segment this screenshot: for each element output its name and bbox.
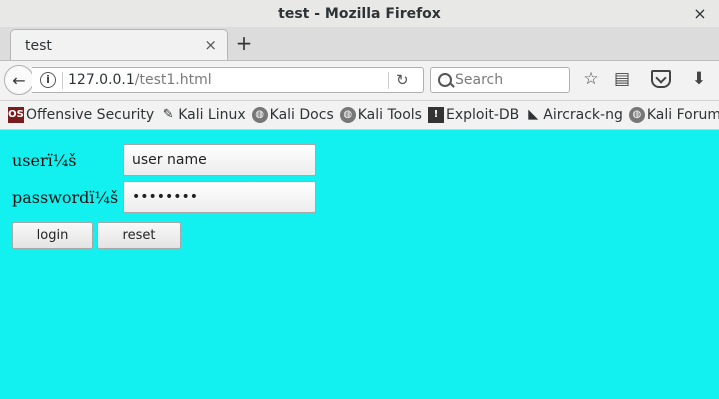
back-button[interactable]: ← bbox=[4, 65, 34, 95]
reset-button[interactable]: reset bbox=[97, 222, 181, 249]
window-title: test - Mozilla Firefox bbox=[278, 5, 441, 22]
url-separator bbox=[62, 72, 63, 89]
bookmark-label: Kali Tools bbox=[357, 107, 422, 123]
user-label: userï¼š bbox=[12, 151, 77, 170]
bookmark-aircrack-ng[interactable]: ◣ Aircrack-ng bbox=[525, 107, 623, 123]
bookmark-kali-docs[interactable]: ◍ Kali Docs bbox=[251, 107, 334, 123]
url-path: /test1.html bbox=[134, 72, 212, 88]
aircrack-icon: ◣ bbox=[528, 107, 539, 122]
download-icon[interactable]: ⬇ bbox=[688, 69, 710, 91]
library-icon[interactable]: ▤ bbox=[611, 69, 633, 91]
tab-strip: test × + bbox=[0, 27, 719, 61]
password-input[interactable] bbox=[123, 181, 316, 213]
url-bar[interactable]: i 127.0.0.1/test1.html ↻ bbox=[32, 67, 424, 93]
bookmark-label: Offensive Security bbox=[26, 107, 155, 123]
arrow-left-icon: ← bbox=[12, 70, 26, 90]
login-button[interactable]: login bbox=[12, 222, 93, 249]
globe-icon: ◍ bbox=[628, 107, 645, 123]
search-bar[interactable] bbox=[430, 67, 570, 93]
title-bar: test - Mozilla Firefox × bbox=[0, 0, 719, 27]
tab-close-icon[interactable]: × bbox=[204, 36, 217, 54]
search-input[interactable] bbox=[455, 71, 565, 89]
kali-dragon-icon: ✎ bbox=[162, 107, 174, 122]
info-icon[interactable]: i bbox=[40, 72, 56, 88]
navigation-toolbar: ← i 127.0.0.1/test1.html ↻ ☆ ▤ ⬇ bbox=[0, 61, 719, 101]
bookmark-label: Aircrack-ng bbox=[543, 107, 623, 123]
new-tab-button[interactable]: + bbox=[233, 32, 255, 54]
tab-label: test bbox=[25, 38, 52, 54]
bookmark-offensive-security[interactable]: OS Offensive Security bbox=[8, 107, 154, 123]
exploitdb-icon: ! bbox=[427, 107, 444, 123]
bookmark-exploit-db[interactable]: ! Exploit-DB bbox=[427, 107, 520, 123]
username-input[interactable] bbox=[123, 144, 316, 176]
globe-icon: ◍ bbox=[251, 107, 268, 123]
bookmark-kali-linux[interactable]: ✎ Kali Linux bbox=[160, 107, 246, 123]
bookmarks-toolbar: OS Offensive Security ✎ Kali Linux ◍ Kal… bbox=[0, 101, 719, 130]
offsec-icon: OS bbox=[8, 107, 24, 123]
password-label: passwordï¼š bbox=[12, 188, 119, 207]
bookmark-kali-forums[interactable]: ◍ Kali Forums bbox=[628, 107, 719, 123]
url-separator bbox=[388, 72, 389, 89]
bookmark-label: Exploit-DB bbox=[445, 107, 520, 123]
bookmark-label: Kali Docs bbox=[269, 107, 334, 123]
browser-window: test - Mozilla Firefox × test × + ← i 12… bbox=[0, 0, 719, 399]
window-close-icon[interactable]: × bbox=[691, 4, 709, 23]
reload-icon[interactable]: ↻ bbox=[396, 71, 409, 89]
url-host: 127.0.0.1 bbox=[68, 72, 135, 88]
bookmark-label: Kali Linux bbox=[178, 107, 246, 123]
bookmark-kali-tools[interactable]: ◍ Kali Tools bbox=[339, 107, 422, 123]
tab-test[interactable]: test × bbox=[10, 29, 228, 60]
search-icon bbox=[438, 73, 452, 87]
bookmark-label: Kali Forums bbox=[646, 107, 719, 123]
url-text[interactable]: 127.0.0.1/test1.html bbox=[68, 72, 212, 88]
bookmark-star-icon[interactable]: ☆ bbox=[580, 69, 602, 91]
pocket-icon[interactable] bbox=[651, 70, 671, 88]
page-content: userï¼š passwordï¼š login reset bbox=[0, 131, 719, 399]
globe-icon: ◍ bbox=[339, 107, 356, 123]
